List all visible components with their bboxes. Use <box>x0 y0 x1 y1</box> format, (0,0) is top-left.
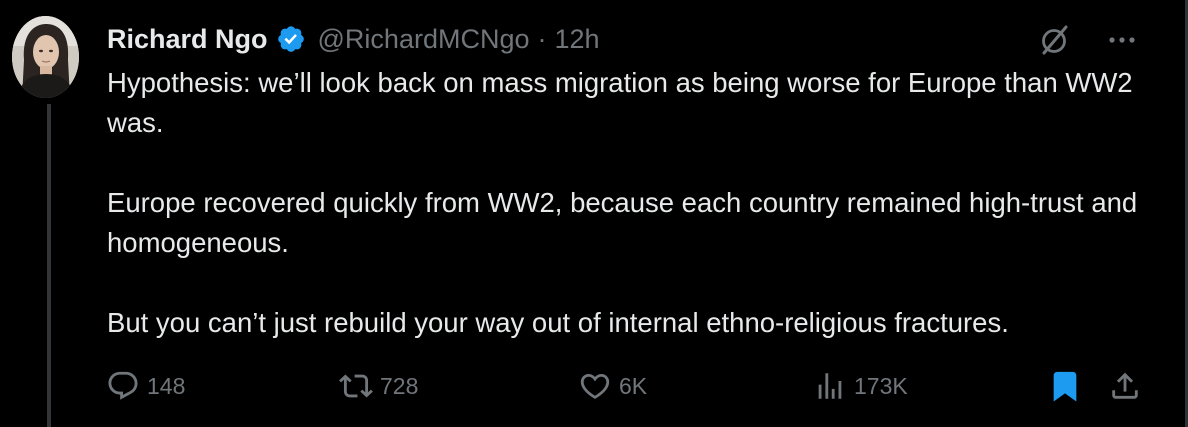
views-icon <box>813 369 847 403</box>
header-actions <box>1034 20 1142 60</box>
tweet-paragraph: Europe recovered quickly from WW2, becau… <box>107 187 1138 258</box>
reply-button[interactable]: 148 <box>106 364 185 408</box>
share-button[interactable] <box>1108 364 1142 408</box>
like-button[interactable]: 6K <box>578 364 647 408</box>
avatar[interactable] <box>12 16 79 98</box>
repost-icon <box>339 369 373 403</box>
reply-icon <box>106 369 140 403</box>
separator-dot: · <box>537 23 547 54</box>
thread-line <box>47 104 51 427</box>
tweet-header: Richard Ngo @RichardMCNgo · 12h <box>107 20 600 58</box>
tweet-paragraph: But you can’t just rebuild your way out … <box>107 307 1009 338</box>
repost-count: 728 <box>380 372 419 399</box>
verified-badge-icon[interactable] <box>276 24 306 54</box>
avatar-image <box>12 16 79 98</box>
action-bar: 148 728 6K 173K <box>106 364 1148 408</box>
timestamp[interactable]: 12h <box>554 24 599 55</box>
grok-icon[interactable] <box>1034 20 1074 60</box>
author-handle[interactable]: @RichardMCNgo <box>318 24 530 55</box>
tweet[interactable]: Richard Ngo @RichardMCNgo · 12h Hypothes… <box>0 0 1188 427</box>
bookmark-button[interactable] <box>1048 364 1082 408</box>
tweet-paragraph: Hypothesis: we’ll look back on mass migr… <box>107 67 1133 138</box>
heart-icon <box>578 369 612 403</box>
author-name[interactable]: Richard Ngo <box>107 24 268 55</box>
views-button[interactable]: 173K <box>813 364 908 408</box>
like-count: 6K <box>619 372 648 399</box>
bookmark-icon <box>1048 369 1082 403</box>
more-icon[interactable] <box>1102 20 1142 60</box>
views-count: 173K <box>854 372 908 399</box>
reply-count: 148 <box>147 372 186 399</box>
tweet-text: Hypothesis: we’ll look back on mass migr… <box>107 63 1152 343</box>
share-icon <box>1108 369 1142 403</box>
repost-button[interactable]: 728 <box>339 364 418 408</box>
